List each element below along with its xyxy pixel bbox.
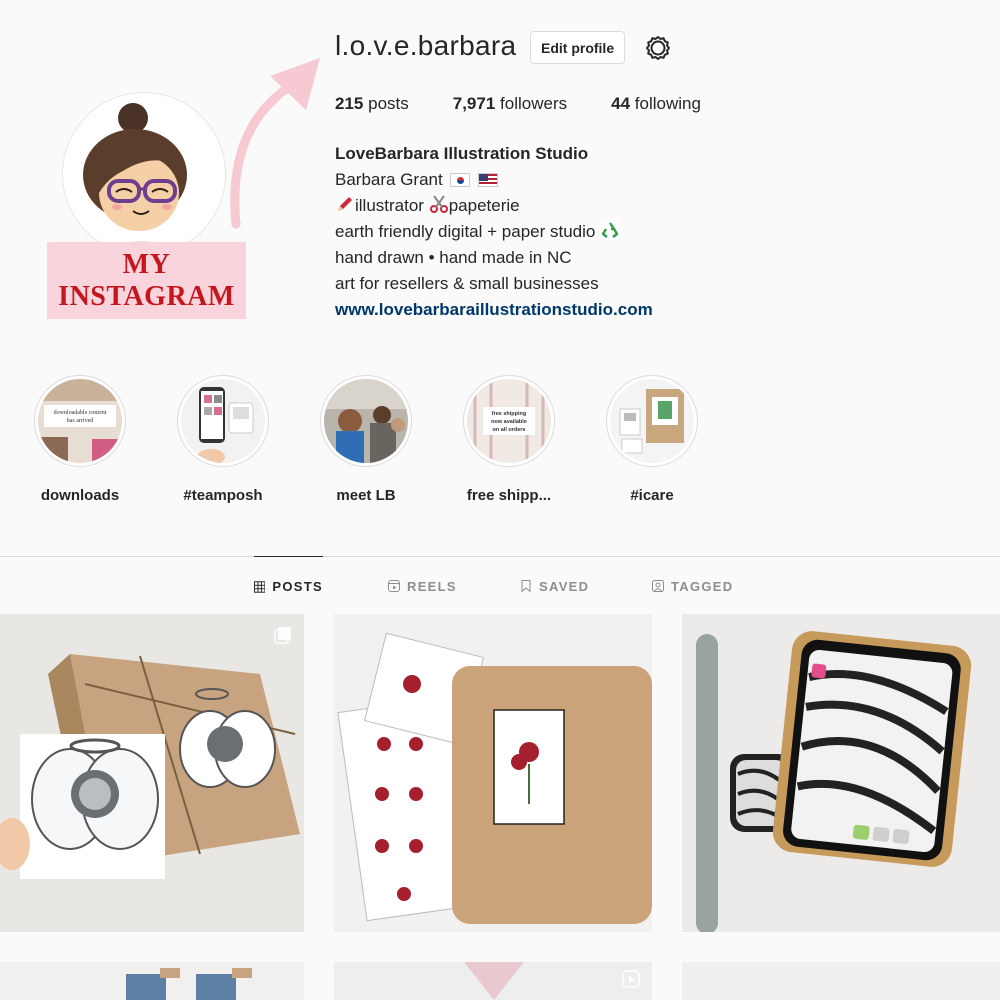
bookmark-icon xyxy=(521,580,531,592)
post-image xyxy=(682,614,1000,932)
my-instagram-label: MY INSTAGRAM xyxy=(47,242,246,319)
tab-tagged[interactable]: TAGGED xyxy=(652,556,733,616)
followers-label: followers xyxy=(500,94,568,113)
highlight-label: downloads xyxy=(40,487,120,504)
bio-real-name: Barbara Grant xyxy=(335,170,443,189)
free-shipping-thumb-image: free shipping now available on all order… xyxy=(467,379,551,463)
korea-flag-icon xyxy=(450,173,471,187)
post-rose-stickers[interactable] xyxy=(334,614,652,932)
highlight-ring xyxy=(320,375,412,467)
highlight-label: meet LB xyxy=(336,487,396,504)
highlight-free-shipping[interactable]: free shipping now available on all order… xyxy=(444,375,574,504)
highlight-thumb xyxy=(610,379,694,463)
post-angel-sticker[interactable] xyxy=(0,614,304,932)
highlight-teamposh[interactable]: #teamposh xyxy=(158,375,288,504)
free-shipping-thumb-text-2: now available xyxy=(491,419,527,425)
highlight-thumb xyxy=(324,379,408,463)
teamposh-thumb-image xyxy=(181,379,265,463)
tab-posts-label: POSTS xyxy=(272,579,323,594)
profile-bio: LoveBarbara Illustration Studio Barbara … xyxy=(335,141,653,323)
icare-thumb-image xyxy=(610,379,694,463)
bio-illustrator: illustrator xyxy=(355,196,424,215)
promo-line-1: MY xyxy=(122,248,171,280)
highlight-ring: free shipping now available on all order… xyxy=(463,375,555,467)
post-image xyxy=(0,614,304,932)
bio-line-resellers: art for resellers & small businesses xyxy=(335,274,599,293)
highlight-icare[interactable]: #icare xyxy=(587,375,717,504)
free-shipping-thumb-text-3: on all orders xyxy=(492,427,525,433)
reel-icon xyxy=(622,970,640,988)
downloads-thumb-image: downloadable content has arrived xyxy=(38,379,122,463)
grid-icon xyxy=(254,580,266,593)
highlight-ring xyxy=(177,375,269,467)
followers-count: 7,971 xyxy=(452,94,496,113)
highlight-meet-lb[interactable]: meet LB xyxy=(301,375,431,504)
post-partial-1[interactable] xyxy=(0,962,304,1000)
bio-website-link[interactable]: www.lovebarbaraillustrationstudio.com xyxy=(335,300,653,319)
tabs-divider xyxy=(0,556,1000,557)
profile-username: l.o.v.e.barbara xyxy=(335,30,517,61)
downloads-thumb-text-2: has arrived xyxy=(67,418,94,424)
multiple-photos-icon xyxy=(274,627,291,644)
edit-profile-button[interactable]: Edit profile xyxy=(530,31,626,64)
post-image xyxy=(0,962,304,1000)
settings-gear-icon[interactable] xyxy=(644,34,672,62)
tab-posts[interactable]: POSTS xyxy=(254,556,323,616)
highlight-ring: downloadable content has arrived xyxy=(34,375,126,467)
bio-line-handmade: hand drawn • hand made in NC xyxy=(335,248,572,267)
following-stat[interactable]: 44 following xyxy=(611,94,701,114)
reels-icon xyxy=(388,580,400,592)
bio-name: LoveBarbara Illustration Studio xyxy=(335,144,589,163)
posts-label: posts xyxy=(368,94,409,113)
post-image xyxy=(682,962,1000,1000)
bio-line-roles: illustrator papeterie xyxy=(335,193,653,219)
recycle-icon xyxy=(600,220,621,240)
usa-flag-icon xyxy=(478,173,499,187)
tab-reels-label: REELS xyxy=(407,578,457,594)
avatar-illustration xyxy=(63,93,225,255)
free-shipping-thumb-text-1: free shipping xyxy=(492,411,527,417)
downloads-thumb-text-1: downloadable content xyxy=(54,410,107,416)
promo-line-2: INSTAGRAM xyxy=(58,280,235,312)
story-highlights: downloadable content has arrived downloa… xyxy=(0,375,1000,505)
post-image xyxy=(334,962,652,1000)
following-label: following xyxy=(634,94,701,113)
followers-stat[interactable]: 7,971 followers xyxy=(453,94,567,114)
profile-stats: 215 posts 7,971 followers 44 following xyxy=(335,94,745,114)
crayon-icon xyxy=(338,197,352,211)
bio-line-studio: earth friendly digital + paper studio xyxy=(335,219,653,245)
highlight-label: free shipp... xyxy=(466,487,552,504)
highlight-thumb: free shipping now available on all order… xyxy=(467,379,551,463)
meet-lb-thumb-image xyxy=(324,379,408,463)
tab-reels[interactable]: REELS xyxy=(388,556,457,616)
post-image xyxy=(334,614,652,932)
promo-arrow-icon xyxy=(230,58,320,229)
bio-papeterie: papeterie xyxy=(448,196,520,215)
highlight-thumb xyxy=(181,379,265,463)
profile-avatar[interactable] xyxy=(62,92,226,256)
highlight-thumb: downloadable content has arrived xyxy=(38,379,122,463)
highlight-label: #teamposh xyxy=(183,487,263,504)
tab-saved[interactable]: SAVED xyxy=(520,556,589,616)
following-count: 44 xyxy=(611,94,631,113)
tagged-user-icon xyxy=(652,580,664,592)
post-partial-2[interactable] xyxy=(334,962,652,1000)
bio-studio-text: earth friendly digital + paper studio xyxy=(335,222,596,241)
scissors-icon xyxy=(429,195,448,213)
bio-line-name: Barbara Grant xyxy=(335,167,653,193)
highlight-downloads[interactable]: downloadable content has arrived downloa… xyxy=(15,375,145,504)
posts-stat: 215 posts xyxy=(335,94,409,114)
tab-saved-label: SAVED xyxy=(539,578,590,594)
highlight-label: #icare xyxy=(630,487,674,504)
highlight-ring xyxy=(606,375,698,467)
post-zebra-phone[interactable] xyxy=(682,614,1000,932)
tab-tagged-label: TAGGED xyxy=(671,578,734,594)
post-partial-3[interactable] xyxy=(682,962,1000,1000)
posts-count: 215 xyxy=(335,94,364,113)
